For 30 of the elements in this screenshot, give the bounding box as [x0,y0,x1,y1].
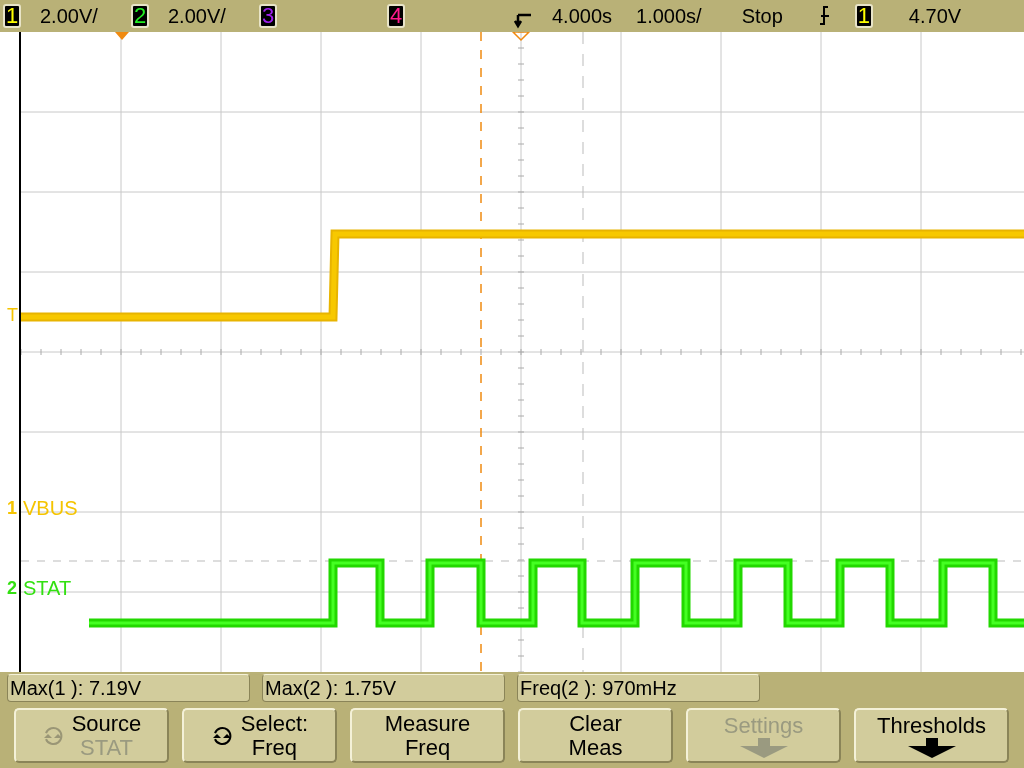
time-per-div: 1.000s/ [636,4,702,29]
softkey-button[interactable]: Clear Meas [518,708,673,763]
channel-number: 2 [133,5,147,27]
softkey-button[interactable]: Source STAT [14,708,169,763]
channel-number: 3 [261,5,275,27]
channel-number: 1 [857,5,870,27]
run-state: Stop [741,4,783,29]
measurement-readout: Max(2 ): 1.75V [262,674,505,702]
down-arrow-icon [738,737,789,758]
channel-marker: 2 [7,579,17,597]
measurement-readout: Freq(2 ): 970mHz [517,674,760,702]
down-arrow-icon [906,737,957,758]
volts-per-div: 2.00V/ [168,4,226,29]
channel-marker: 1 [7,499,17,517]
trigger-level: 4.70V [908,4,962,29]
trace-label: STAT [23,578,72,598]
softkey-button[interactable]: Measure Freq [350,708,505,763]
volts-per-div: 2.00V/ [40,4,98,29]
falling-edge-icon [818,6,831,26]
measurement-readout: Max(1 ): 7.19V [7,674,250,702]
trigger-position-marker [115,32,129,40]
delay-value: 4.000s [552,4,613,29]
delay-icon [514,13,532,29]
softkey-button[interactable]: Thresholds [854,708,1009,763]
trigger-level-marker: T [7,306,18,324]
delay-marker [511,32,531,42]
softkey-button[interactable]: Select: Freq [182,708,337,763]
channel-number: 1 [5,5,19,27]
trace-label: VBUS [23,498,78,518]
channel-number: 4 [389,5,403,27]
